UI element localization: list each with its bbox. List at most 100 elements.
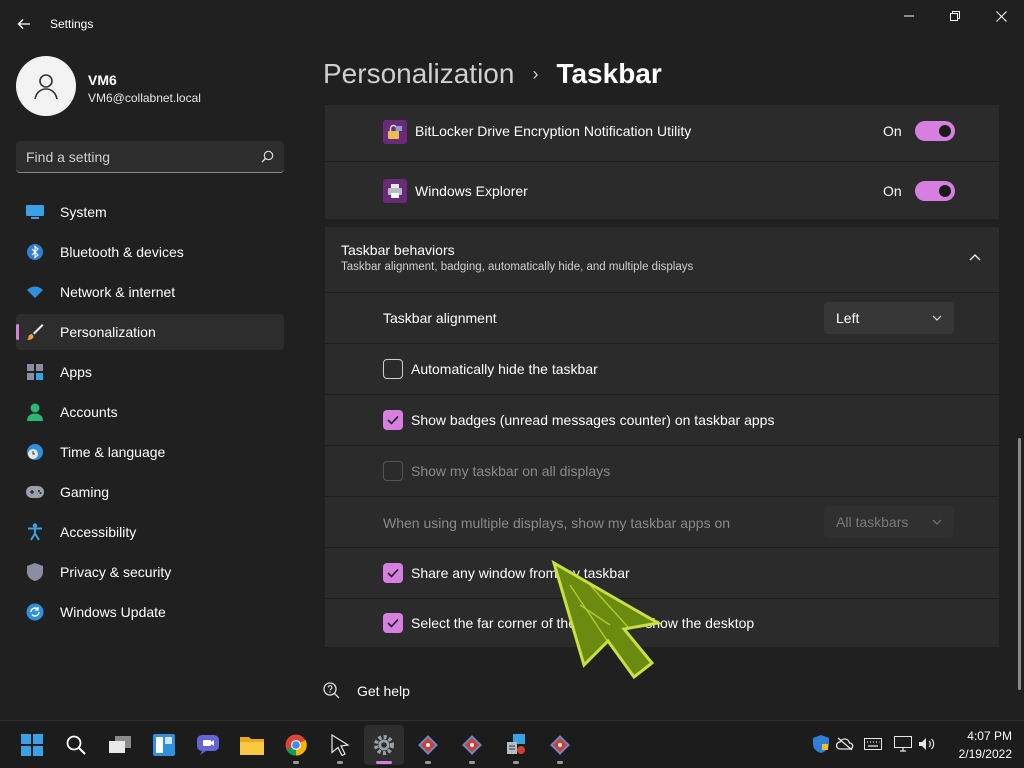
- title-bar: Settings: [0, 0, 1024, 48]
- sidebar-item-privacy[interactable]: Privacy & security: [16, 554, 284, 590]
- sidebar-item-label: Network & internet: [60, 284, 176, 300]
- sidebar-item-label: Gaming: [60, 484, 110, 500]
- keyboard-icon: [864, 738, 882, 750]
- running-indicator: [557, 761, 563, 764]
- user-name: VM6: [88, 72, 117, 88]
- windows-explorer-toggle[interactable]: [915, 181, 955, 201]
- clock-globe-icon: [26, 443, 44, 461]
- close-button[interactable]: [978, 0, 1024, 32]
- git-button-3[interactable]: [540, 725, 580, 765]
- share-window-label: Share any window from my taskbar: [411, 565, 630, 581]
- sidebar-item-label: Accessibility: [60, 524, 137, 540]
- chat-button[interactable]: [188, 725, 228, 765]
- sidebar-item-time-language[interactable]: Time & language: [16, 434, 284, 470]
- sidebar-item-bluetooth[interactable]: Bluetooth & devices: [16, 234, 284, 270]
- section-title: Taskbar behaviors: [341, 242, 455, 258]
- search-box[interactable]: Find a setting: [16, 141, 284, 173]
- git-icon-2: [462, 735, 482, 755]
- minimize-icon: [904, 15, 914, 17]
- keyboard-tray-button[interactable]: [862, 733, 884, 755]
- shield-icon: [26, 563, 44, 581]
- git-icon: [418, 735, 438, 755]
- volume-tray-button[interactable]: [916, 733, 938, 755]
- taskbar-alignment-dropdown[interactable]: Left: [824, 302, 954, 334]
- start-button[interactable]: [12, 725, 52, 765]
- sidebar-item-network[interactable]: Network & internet: [16, 274, 284, 310]
- cloud-icon: [836, 737, 854, 751]
- breadcrumb-parent[interactable]: Personalization: [323, 58, 514, 90]
- task-view-icon: [109, 736, 131, 753]
- cloud-tray-button[interactable]: [834, 733, 856, 755]
- sidebar-item-label: Bluetooth & devices: [60, 244, 184, 260]
- chrome-button[interactable]: [276, 725, 316, 765]
- taskbar-behaviors-header[interactable]: Taskbar behaviors Taskbar alignment, bad…: [325, 227, 999, 291]
- network-tool-button[interactable]: [496, 725, 536, 765]
- search-input[interactable]: Find a setting: [26, 149, 261, 165]
- person-silhouette-icon: [34, 74, 58, 100]
- chevron-up-icon[interactable]: [969, 253, 981, 261]
- sidebar-item-personalization[interactable]: Personalization: [16, 314, 284, 350]
- chrome-icon: [285, 734, 307, 756]
- avatar: [16, 56, 76, 116]
- sidebar-item-apps[interactable]: Apps: [16, 354, 284, 390]
- toggle-state-label: On: [883, 183, 902, 199]
- get-help-link[interactable]: Get help: [323, 682, 410, 700]
- user-email: VM6@collabnet.local: [88, 91, 201, 105]
- back-button[interactable]: [8, 8, 40, 40]
- scrollbar[interactable]: [1018, 438, 1021, 690]
- update-icon: [26, 603, 44, 621]
- chevron-down-icon: [932, 315, 942, 321]
- settings-taskbar-button[interactable]: [364, 725, 404, 765]
- sidebar-item-label: Accounts: [60, 404, 118, 420]
- multi-display-label: When using multiple displays, show my ta…: [383, 515, 731, 531]
- back-arrow-icon: [17, 19, 30, 29]
- sidebar-item-windows-update[interactable]: Windows Update: [16, 594, 284, 630]
- teams-chat-icon: [197, 735, 219, 755]
- cursor-app-button[interactable]: [320, 725, 360, 765]
- far-corner-checkbox[interactable]: [383, 613, 403, 633]
- sidebar-item-gaming[interactable]: Gaming: [16, 474, 284, 510]
- taskbar-alignment-value: Left: [836, 310, 860, 326]
- git-button-2[interactable]: [452, 725, 492, 765]
- badges-label: Show badges (unread messages counter) on…: [411, 412, 775, 428]
- task-view-button[interactable]: [100, 725, 140, 765]
- bluetooth-icon: [26, 243, 44, 261]
- widgets-button[interactable]: [144, 725, 184, 765]
- share-window-checkbox[interactable]: [383, 563, 403, 583]
- bitlocker-icon: [383, 120, 407, 144]
- running-indicator: [513, 761, 519, 764]
- git-button[interactable]: [408, 725, 448, 765]
- sidebar-item-accessibility[interactable]: Accessibility: [16, 514, 284, 550]
- user-profile[interactable]: [16, 56, 76, 116]
- sidebar-nav: System Bluetooth & devices Network & int…: [16, 194, 284, 634]
- start-icon: [21, 734, 43, 756]
- sidebar-item-system[interactable]: System: [16, 194, 284, 230]
- bitlocker-toggle[interactable]: [915, 121, 955, 141]
- apps-icon: [26, 363, 44, 381]
- overflow-icons-card: BitLocker Drive Encryption Notification …: [325, 105, 999, 219]
- file-explorer-button[interactable]: [232, 725, 272, 765]
- multi-display-dropdown: All taskbars: [824, 506, 954, 538]
- printer-icon: [383, 179, 407, 203]
- volume-icon: [919, 738, 935, 750]
- taskbar-search-button[interactable]: [56, 725, 96, 765]
- defender-tray-button[interactable]: [810, 733, 832, 755]
- running-indicator: [293, 761, 299, 764]
- badges-checkbox[interactable]: [383, 410, 403, 430]
- network-tray-button[interactable]: [892, 733, 914, 755]
- restore-button[interactable]: [932, 0, 978, 32]
- sidebar-item-label: Privacy & security: [60, 564, 172, 580]
- minimize-button[interactable]: [886, 0, 932, 32]
- clock[interactable]: 4:07 PM 2/19/2022: [940, 727, 1012, 763]
- sidebar-item-accounts[interactable]: Accounts: [16, 394, 284, 430]
- accessibility-icon: [26, 523, 44, 541]
- taskbar-behaviors-card: Taskbar behaviors Taskbar alignment, bad…: [325, 227, 999, 647]
- sidebar-item-label: Apps: [60, 364, 92, 380]
- auto-hide-checkbox[interactable]: [383, 359, 403, 379]
- all-displays-row: Show my taskbar on all displays: [325, 445, 999, 495]
- breadcrumb-separator: ›: [532, 63, 539, 84]
- breadcrumb: Personalization › Taskbar: [323, 58, 662, 90]
- taskbar: 4:07 PM 2/19/2022: [0, 720, 1024, 768]
- git-icon-3: [550, 735, 570, 755]
- running-indicator: [469, 761, 475, 764]
